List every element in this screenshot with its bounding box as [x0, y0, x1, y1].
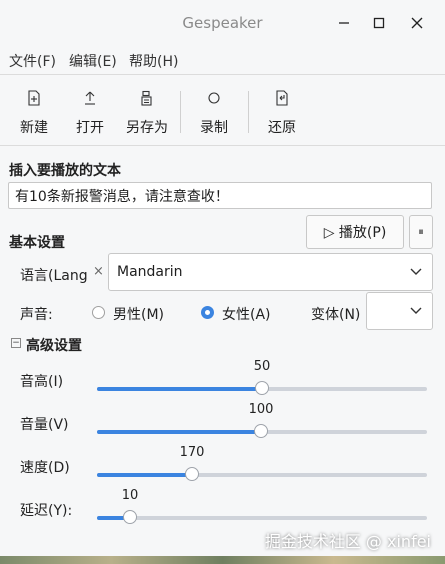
speed-slider-fill [97, 473, 193, 477]
speed-value: 170 [179, 445, 205, 460]
pitch-slider-fill [97, 387, 262, 391]
toolbar-separator [180, 91, 181, 133]
delay-slider[interactable] [97, 510, 427, 524]
save-as-label: 另存为 [126, 120, 168, 136]
text-input[interactable]: 有10条新报警消息，请注意查收！ [8, 182, 432, 209]
play-button[interactable]: ▷ 播放(P) [306, 215, 404, 249]
delay-slider-thumb[interactable] [123, 510, 137, 524]
basic-settings-header: 基本设置 [9, 235, 65, 251]
language-value: Mandarin [117, 264, 183, 280]
speed-slider-thumb[interactable] [185, 467, 200, 481]
voice-label: 声音: [20, 307, 53, 323]
volume-slider-fill [97, 430, 261, 434]
menu-bar: 文件(F) 编辑(E) 帮助(H) [0, 46, 445, 75]
menu-file[interactable]: 文件(F) [9, 51, 56, 71]
restore-label: 还原 [268, 120, 296, 136]
upload-icon [85, 91, 95, 105]
pause-icon: ⏸ [418, 225, 424, 238]
new-document-icon [28, 90, 40, 106]
female-radio-selected[interactable] [201, 306, 214, 319]
record-label: 录制 [200, 120, 228, 136]
male-radio[interactable] [92, 306, 105, 319]
volume-label: 音量(V) [20, 417, 69, 433]
advanced-settings-header: 高级设置 [26, 338, 82, 354]
clear-language-icon[interactable]: × [93, 264, 104, 279]
record-icon [208, 92, 220, 104]
play-label: ▷ 播放(P) [323, 225, 387, 241]
pitch-slider[interactable] [97, 381, 427, 395]
pitch-value: 50 [253, 359, 271, 374]
restore-document-icon [276, 90, 288, 106]
gespeaker-window: Gespeaker 文件(F) 编辑(E) 帮助(H) 新建 打开 另存为 录制… [0, 0, 445, 564]
desktop-background [0, 556, 445, 564]
new-button[interactable]: 新建 [14, 75, 54, 145]
watermark: 掘金技术社区 @ xinfei [264, 532, 431, 551]
save-as-button[interactable]: 另存为 [124, 75, 170, 145]
language-combo[interactable]: Mandarin [108, 253, 433, 291]
volume-slider-thumb[interactable] [254, 424, 268, 438]
pitch-label: 音高(I) [20, 374, 64, 390]
delay-label: 延迟(Y): [20, 503, 73, 519]
delay-value: 10 [121, 488, 139, 503]
pause-button[interactable]: ⏸ [409, 215, 433, 249]
chevron-down-icon [410, 307, 422, 314]
maximize-icon [373, 17, 385, 29]
maximize-button[interactable] [368, 12, 390, 34]
open-button[interactable]: 打开 [70, 75, 110, 145]
variant-label: 变体(N) [311, 307, 361, 323]
toolbar-separator [248, 91, 249, 133]
close-button[interactable] [406, 12, 428, 34]
pitch-slider-thumb[interactable] [255, 381, 269, 395]
speed-slider[interactable] [97, 467, 427, 481]
new-label: 新建 [20, 120, 48, 136]
language-label: 语言(Langu [20, 268, 88, 284]
record-button[interactable]: 录制 [194, 75, 234, 145]
close-icon [411, 17, 423, 29]
variant-combo[interactable] [366, 292, 433, 330]
female-label[interactable]: 女性(A) [222, 304, 271, 324]
volume-value: 100 [248, 402, 274, 417]
menu-help[interactable]: 帮助(H) [129, 51, 178, 71]
minimize-icon [339, 22, 349, 24]
menu-edit[interactable]: 编辑(E) [69, 51, 117, 71]
minimize-button[interactable] [333, 12, 355, 34]
male-label[interactable]: 男性(M) [113, 304, 164, 324]
open-label: 打开 [76, 120, 104, 136]
toolbar: 新建 打开 另存为 录制 还原 [0, 75, 445, 146]
title-bar: Gespeaker [0, 0, 445, 46]
speed-label: 速度(D) [20, 460, 70, 476]
insert-text-header: 插入要播放的文本 [9, 163, 121, 179]
restore-button[interactable]: 还原 [262, 75, 302, 145]
collapse-toggle[interactable]: − [11, 338, 21, 348]
volume-slider[interactable] [97, 424, 427, 438]
save-as-icon [141, 90, 152, 106]
chevron-down-icon [410, 268, 422, 275]
